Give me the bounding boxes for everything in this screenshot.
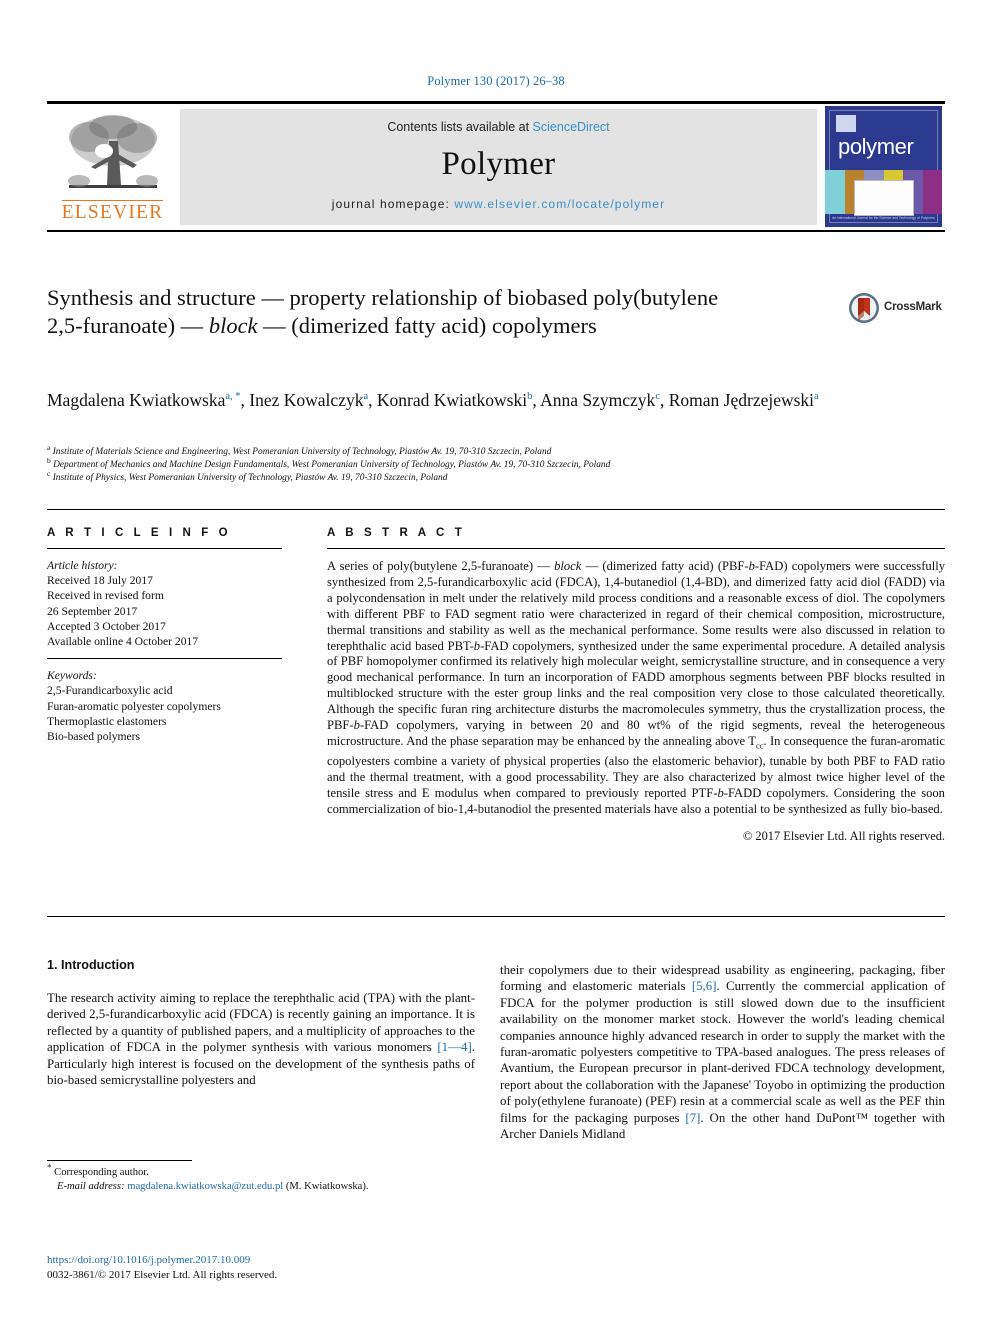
corresponding-author-note: * Corresponding author.	[47, 1163, 475, 1180]
footer-block: https://doi.org/10.1016/j.polymer.2017.1…	[47, 1253, 475, 1283]
keyword-item: Thermoplastic elastomers	[47, 714, 167, 728]
elsevier-wordmark: ELSEVIER	[61, 200, 164, 223]
intro-paragraph-left: The research activity aiming to replace …	[47, 990, 475, 1088]
author-name-1: Inez Kowalczyk	[249, 390, 364, 410]
abstract-divider	[327, 548, 945, 549]
email-note: E-mail address: magdalena.kwiatkowska@zu…	[47, 1180, 475, 1194]
crossmark-label: CrossMark	[884, 301, 942, 313]
article-page: Polymer 130 (2017) 26–38 ELSEVIER Conten…	[0, 0, 992, 1323]
email-link[interactable]: magdalena.kwiatkowska@zut.edu.pl	[127, 1181, 283, 1192]
footnote-rule	[47, 1160, 192, 1161]
author-marks-1: a	[363, 391, 369, 403]
keywords-label: Keywords:	[47, 669, 97, 683]
affiliation-text-2: Institute of Physics, West Pomeranian Un…	[52, 473, 448, 484]
affiliation-text-0: Institute of Materials Science and Engin…	[52, 447, 552, 457]
affiliation-mark-0: a	[47, 442, 51, 452]
affiliation-text-1: Department of Mechanics and Machine Desi…	[53, 460, 611, 471]
citation-link[interactable]: [7]	[685, 1111, 700, 1125]
keywords-divider	[47, 658, 282, 660]
cover-caption: An International Journal for the Science…	[832, 216, 935, 220]
cover-plot-inset	[854, 180, 914, 216]
author-marks-2: b	[527, 391, 533, 403]
email-label: E-mail address:	[57, 1181, 125, 1192]
abstract-italic-block: block	[554, 559, 582, 573]
corresponding-author-label: Corresponding author.	[54, 1167, 149, 1178]
author-marks-0: a, *	[225, 391, 241, 403]
citation-link[interactable]: [5,6]	[692, 979, 717, 993]
author-name-3: Anna Szymczyk	[540, 390, 656, 410]
abstract-text: A series of poly(butylene 2,5-furanoate)…	[327, 559, 945, 818]
article-history-item: Accepted 3 October 2017	[47, 619, 166, 633]
intro-seg: . Currently the commercial application o…	[500, 979, 945, 1125]
abstract-column: A B S T R A C T A series of poly(butylen…	[327, 527, 945, 844]
article-info-divider	[47, 548, 282, 549]
contents-prefix: Contents lists available at	[387, 120, 533, 134]
author-name-0: Magdalena Kwiatkowska	[47, 390, 226, 410]
affiliation-mark-1: b	[47, 456, 51, 466]
elsevier-logo: ELSEVIER	[50, 109, 175, 226]
asterisk-icon: *	[47, 1162, 52, 1173]
keyword-list: Keywords: 2,5-Furandicarboxylic acid Fur…	[47, 668, 282, 744]
title-part-2: — (dimerized fatty acid) copolymers	[257, 313, 597, 338]
title-italic-block: block	[208, 313, 258, 338]
info-block-bottom-rule	[47, 916, 945, 917]
issn-copyright-line: 0032-3861/© 2017 Elsevier Ltd. All right…	[47, 1269, 278, 1281]
affiliation-row: b Department of Mechanics and Machine De…	[47, 456, 907, 472]
crossmark-icon	[849, 293, 879, 323]
affiliation-list: a Institute of Materials Science and Eng…	[47, 442, 907, 486]
affiliation-row: a Institute of Materials Science and Eng…	[47, 442, 907, 459]
running-head: Polymer 130 (2017) 26–38	[427, 74, 565, 88]
sciencedirect-link[interactable]: ScienceDirect	[533, 120, 610, 134]
crossmark-badge[interactable]: CrossMark	[848, 292, 944, 326]
homepage-prefix: journal homepage:	[331, 197, 455, 211]
author-list: Magdalena Kwiatkowskaa, *, Inez Kowalczy…	[47, 390, 819, 410]
abstract-seg: — (dimerized fatty acid) (PBF-	[581, 559, 749, 573]
body-column-right: their copolymers due to their widespread…	[500, 962, 945, 1142]
abstract-seg: A series of poly(butylene 2,5-furanoate)…	[327, 559, 555, 573]
homepage-url-link[interactable]: www.elsevier.com/locate/polymer	[454, 197, 665, 211]
journal-homepage-line: journal homepage: www.elsevier.com/locat…	[180, 197, 817, 211]
intro-paragraph-right: their copolymers due to their widespread…	[500, 962, 945, 1142]
cover-wordmark: polymer	[838, 134, 914, 159]
intro-seg: The research activity aiming to replace …	[47, 991, 475, 1055]
article-info-heading: A R T I C L E I N F O	[47, 527, 232, 539]
footnote-block: * Corresponding author. E-mail address: …	[47, 1163, 475, 1194]
author-name-2: Konrad Kwiatkowski	[376, 390, 528, 410]
journal-title: Polymer	[441, 146, 556, 182]
masthead-bottom-rule	[47, 229, 945, 232]
contents-available-line: Contents lists available at ScienceDirec…	[180, 109, 817, 134]
abstract-copyright: © 2017 Elsevier Ltd. All rights reserved…	[742, 829, 945, 844]
article-history-item: 26 September 2017	[47, 604, 138, 618]
section-heading-introduction: 1. Introduction	[47, 958, 135, 972]
article-history-item: Available online 4 October 2017	[47, 635, 199, 649]
body-column-left: The research activity aiming to replace …	[47, 990, 475, 1088]
article-history-item: Received 18 July 2017	[47, 574, 153, 588]
doi-link[interactable]: https://doi.org/10.1016/j.polymer.2017.1…	[47, 1253, 475, 1268]
keyword-item: Furan-aromatic polyester copolymers	[47, 699, 221, 713]
masthead-top-rule	[47, 101, 945, 104]
author-marks-4: a	[814, 391, 819, 403]
cover-elsevier-icon	[836, 115, 856, 132]
citation-link[interactable]: [1—4]	[437, 1040, 471, 1054]
email-suffix: (M. Kwiatkowska).	[285, 1181, 369, 1192]
info-block-top-rule	[47, 509, 945, 510]
article-history-item: Received in revised form	[47, 589, 164, 603]
author-name-4: Roman Jędrzejewski	[668, 390, 815, 410]
affiliation-row: c Institute of Physics, West Pomeranian …	[47, 469, 907, 485]
author-marks-3: c	[655, 391, 660, 403]
abstract-heading: A B S T R A C T	[327, 527, 466, 539]
keyword-item: 2,5-Furandicarboxylic acid	[47, 684, 173, 698]
page-title: Synthesis and structure — property relat…	[47, 284, 747, 340]
masthead-band: Contents lists available at ScienceDirec…	[180, 109, 817, 225]
journal-masthead: ELSEVIER Contents lists available at Sci…	[47, 101, 945, 232]
affiliation-mark-2: c	[47, 469, 51, 479]
article-info-column: A R T I C L E I N F O Article history: R…	[47, 527, 282, 744]
journal-cover-thumbnail[interactable]: polymer An International Journal for the…	[825, 106, 942, 227]
elsevier-tree-icon	[67, 115, 158, 188]
article-history-label: Article history:	[47, 559, 118, 572]
article-history: Article history: Received 18 July 2017 R…	[47, 558, 282, 649]
title-block: Synthesis and structure — property relat…	[47, 284, 747, 340]
keyword-item: Bio-based polymers	[47, 730, 141, 744]
